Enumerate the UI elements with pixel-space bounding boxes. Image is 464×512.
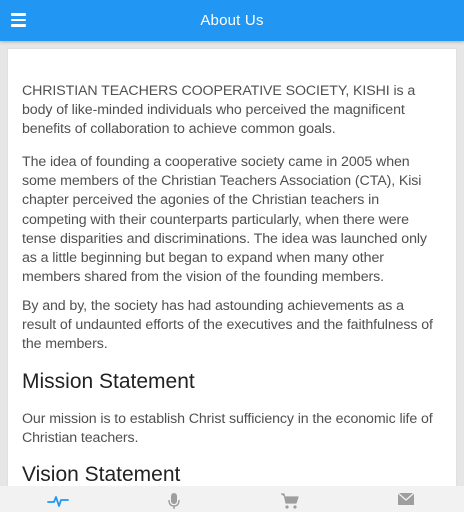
bottom-navigation	[0, 486, 464, 512]
pulse-icon	[47, 496, 69, 507]
microphone-icon	[168, 493, 180, 509]
envelope-icon	[397, 492, 415, 505]
nav-item-contact[interactable]	[348, 486, 464, 512]
app-bar: About Us	[0, 0, 464, 41]
nav-item-activity[interactable]	[0, 486, 116, 512]
cart-icon	[281, 493, 299, 509]
about-paragraph-history: The idea of founding a cooperative socie…	[22, 154, 427, 286]
nav-item-shop[interactable]	[232, 486, 348, 512]
about-content-card: CHRISTIAN TEACHERS COOPERATIVE SOCIETY, …	[8, 49, 456, 512]
page-title: About Us	[200, 12, 264, 29]
nav-item-audio[interactable]	[116, 486, 232, 512]
about-paragraph-intro: CHRISTIAN TEACHERS COOPERATIVE SOCIETY, …	[22, 83, 416, 138]
mission-text: Our mission is to establish Christ suffi…	[22, 411, 433, 447]
about-paragraph-achievements: By and by, the society has had astoundin…	[22, 298, 433, 353]
mission-heading: Mission Statement	[22, 370, 195, 393]
